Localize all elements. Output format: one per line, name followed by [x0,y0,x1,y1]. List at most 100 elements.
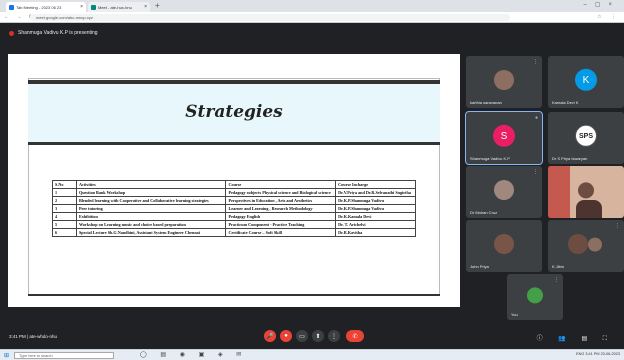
participant-name: K.Jibin [552,264,565,269]
speaking-indicator-icon: ● [534,115,538,121]
close-tab-icon[interactable]: × [80,4,83,10]
table-cell: Certificate Course – Soft Skill [225,228,337,237]
participant-photo [568,234,589,254]
participant-photo [527,287,543,304]
meeting-control-bar: 3:41 PM | ate-whdo-nhu 🎤 ● ▭ ⬆ ⋮ ✆ ⓘ 👥 ▤… [0,325,624,349]
more-options-icon[interactable]: ⋮ [615,223,620,229]
column-header: Course Incharge [335,180,416,189]
taskbar-app-icons[interactable]: ◯ ▤ ◉ ▣ ◈ ✉ [140,351,247,358]
more-options-icon[interactable]: ⋮ [554,277,559,283]
tab-favicon-icon [91,5,96,10]
participant-shoulders [576,200,602,218]
participant-tile[interactable]: K Kamala Devi K [548,56,624,108]
table-cell: Dr. T. Arichelvi [335,220,416,229]
strategies-table: S.No Activities Course Course Incharge 1… [52,180,416,237]
table-cell: 5 [52,220,77,229]
mic-toggle-button[interactable]: 🎤 [264,330,276,342]
table-cell: 3 [52,204,77,213]
table-cell: Peer tutoring [75,204,227,213]
table-header-row: S.No Activities Course Course Incharge [52,180,416,189]
avatar: K [575,68,597,91]
table-row: 6 Special Lecture Sh.G.Nandhini, Assista… [52,228,416,237]
participant-video-tile[interactable] [548,166,624,218]
meeting-time-code: 3:41 PM | ate-whdo-nhu [9,334,57,339]
end-call-button[interactable]: ✆ [346,330,364,342]
browser-tab[interactable]: Tab Meeting - 2023 06 23 × [6,2,86,12]
table-cell: Dr.K.P.Shanmuga Vadivu [335,196,416,205]
participant-name: Dr Mohan Cruz [470,210,498,215]
captions-button[interactable]: ▭ [296,330,308,342]
participant-name: Shanmuga Vadivu K.P [470,156,510,161]
table-cell: Perspectives in Education , Arts and Aes… [225,196,337,205]
participant-name: karthia saravanan [470,100,502,105]
slide-title-area: Strategies [28,84,440,142]
table-cell: Blended learning with Cooperative and Co… [75,196,227,205]
new-tab-button[interactable]: + [155,1,160,10]
taskbar-search-input[interactable]: Type here to search [14,352,114,359]
self-view-tile[interactable]: ⋮ You [507,274,563,320]
table-cell: Practicum Component - Practice Teaching [225,220,337,229]
participant-name: Dr S Priya Iswaryan [552,156,588,161]
participant-name: You [511,312,518,317]
table-cell: Question Bank Workshop [75,188,227,197]
more-options-icon[interactable]: ⋮ [533,59,538,65]
table-cell: Dr.R.Kavitha [335,228,416,237]
table-cell: Special Lecture Sh.G.Nandhini, Assistant… [75,228,227,237]
avatar: SPS [575,124,597,147]
presenter-banner: Shanmuga Vadivu K.P is presenting [0,23,624,45]
participant-tile[interactable]: John Priya [466,220,542,272]
column-header: Activities [75,180,227,189]
table-row: 1 Question Bank Workshop Pedagogy subjec… [52,188,416,197]
table-cell: Exhibition [75,212,227,221]
participant-photo [588,237,603,252]
address-bar-row: ← → ⟳ meet.google.com/abc-mnop-xyz ☆ ⋮ [0,12,624,23]
table-cell: Dr.K.P.Shanmuga Vadivu [335,204,416,213]
table-row: 3 Peer tutoring Learner and Learning , R… [52,204,416,213]
extension-icons[interactable]: ☆ ⋮ [597,14,620,20]
participant-tile[interactable]: ⋮ K.Jibin [548,220,624,272]
more-options-button[interactable]: ⋮ [328,330,340,342]
slide-title: Strategies [185,102,283,122]
participant-photo [494,70,514,90]
participant-video [578,182,594,199]
slide-footer-rule [28,294,440,296]
participant-tile[interactable]: ⋮ Dr Mohan Cruz [466,166,542,218]
table-cell: Pedagogy English [225,212,337,221]
tab-label: Tab Meeting - 2023 06 23 [16,5,62,10]
close-tab-icon[interactable]: × [144,4,147,10]
video-background [548,166,570,218]
table-cell: 2 [52,196,77,205]
camera-toggle-button[interactable]: ● [280,330,292,342]
participant-name: John Priya [470,264,489,269]
tab-label: Meet - ate-hux-hnu [98,5,132,10]
column-header: Course [225,180,337,189]
meeting-side-controls[interactable]: ⓘ 👥 ▤ ⛶ [537,333,614,343]
more-options-icon[interactable]: ⋮ [533,169,538,175]
table-cell: Dr.K.Kamala Devi [335,212,416,221]
slide-title-rule [28,142,440,145]
browser-tab-bar: Tab Meeting - 2023 06 23 × Meet - ate-hu… [0,0,624,12]
present-button[interactable]: ⬆ [312,330,324,342]
table-cell: Dr.V.Priya and Dr.R.Selvanathi Sugirtha [335,188,416,197]
presenter-text: Shanmuga Vadivu K.P is presenting [18,30,98,36]
participant-tile[interactable]: ⋮ karthia saravanan [466,56,542,108]
participant-photo [494,234,514,254]
table-cell: 1 [52,188,77,197]
avatar: S [493,124,515,147]
tab-favicon-icon [9,5,14,10]
presentation-slide: Strategies S.No Activities Course Course… [8,54,460,307]
column-header: S.No [52,180,77,189]
windows-start-icon[interactable]: ⊞ [4,352,9,359]
browser-tab[interactable]: Meet - ate-hux-hnu × [88,2,150,12]
participant-name: Kamala Devi K [552,100,579,105]
participant-tile[interactable]: SPS Dr S Priya Iswaryan [548,112,624,164]
window-controls[interactable]: –▢× [583,1,620,8]
url-field[interactable]: meet.google.com/abc-mnop-xyz [30,14,510,21]
table-row: 5 Workshop on Learning music and choice … [52,220,416,229]
presenting-icon [9,31,14,36]
table-cell: 6 [52,228,77,237]
system-tray[interactable]: ENG 3:41 PM 23-06-2023 [576,352,620,356]
participant-tile-active-speaker[interactable]: S ● Shanmuga Vadivu K.P [465,111,543,165]
windows-taskbar: ⊞ Type here to search ◯ ▤ ◉ ▣ ◈ ✉ ENG 3:… [0,349,624,360]
table-cell: Pedagogy subjects Physical science and B… [225,188,337,197]
